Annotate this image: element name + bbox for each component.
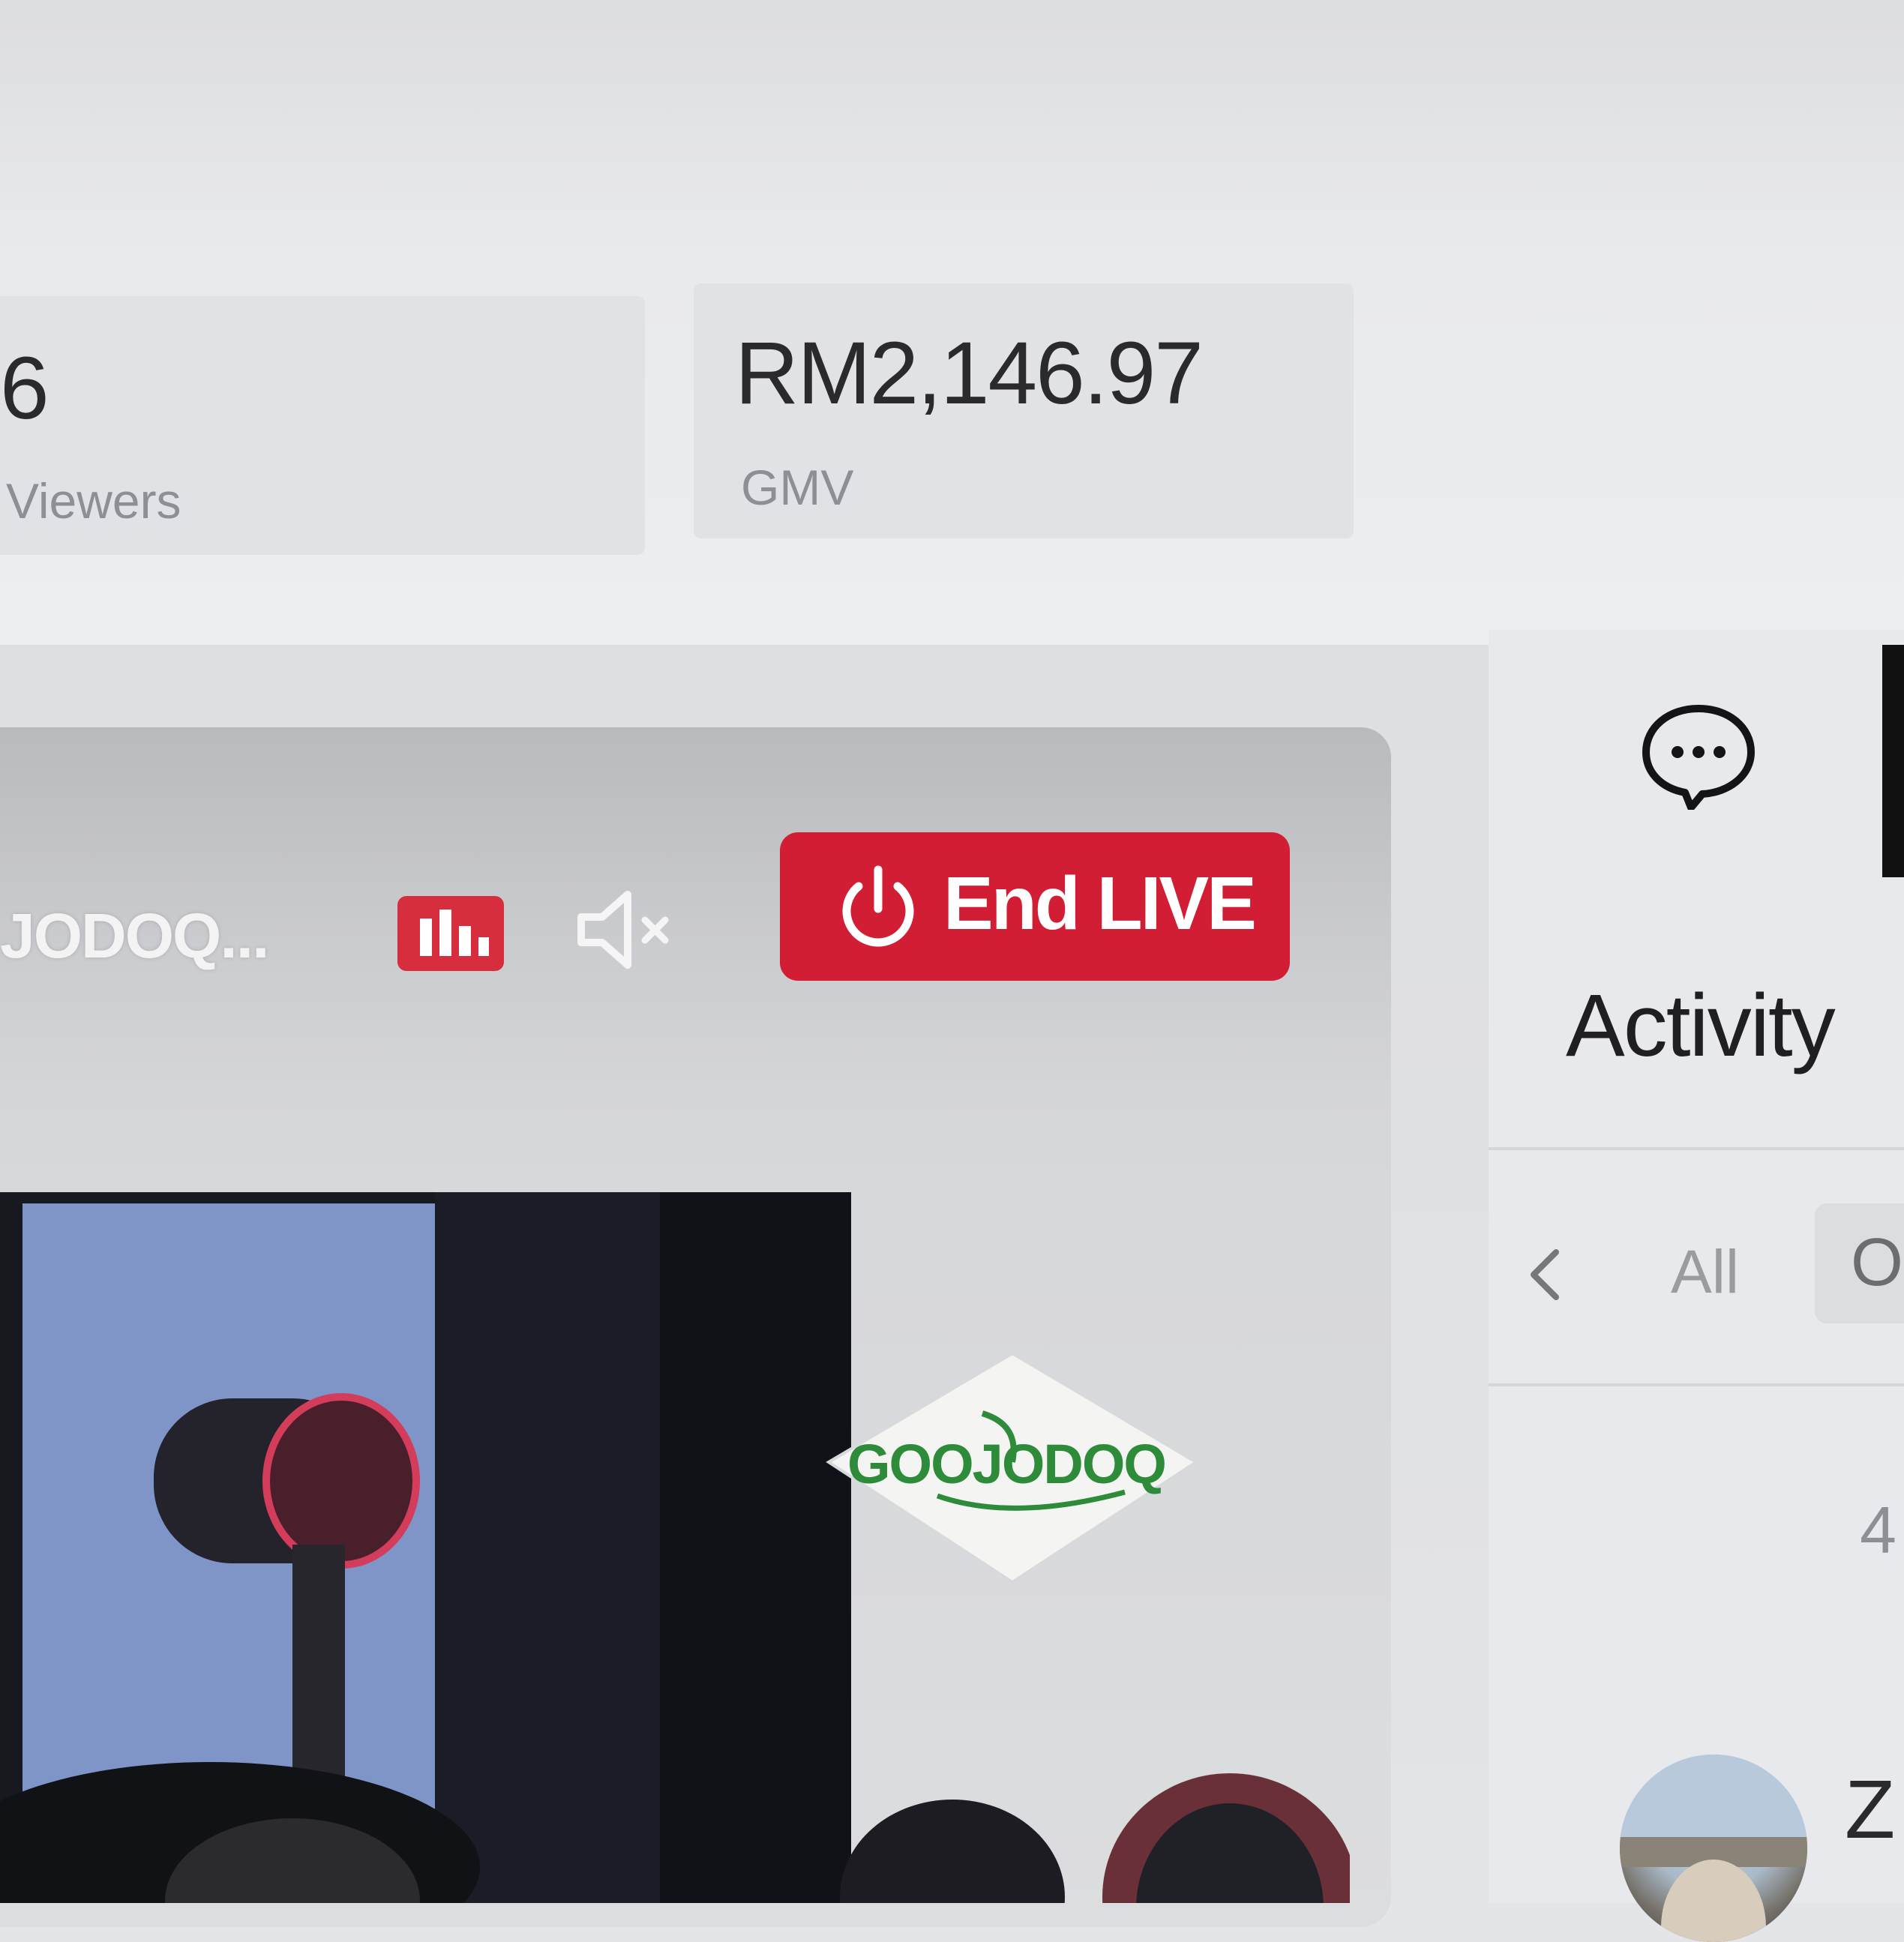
- filter-divider: [1489, 1383, 1904, 1386]
- gmv-label: GMV: [741, 460, 854, 515]
- avatar[interactable]: [1620, 1755, 1807, 1942]
- speaker-muted-icon[interactable]: [574, 881, 679, 978]
- viewers-label: Viewers: [6, 473, 181, 529]
- logo-text: GOOJODOQ: [847, 1433, 1165, 1495]
- stream-name: JODOQ...: [0, 901, 269, 971]
- end-live-button[interactable]: End LIVE: [780, 832, 1290, 981]
- filter-tab-all[interactable]: All: [1671, 1237, 1739, 1308]
- activity-count: 4: [1860, 1493, 1897, 1567]
- filter-tab-next-label: O: [1851, 1225, 1904, 1300]
- filter-tab-next[interactable]: O: [1815, 1203, 1904, 1323]
- activity-user-name: Z: [1845, 1764, 1896, 1856]
- activity-title: Activity: [1566, 976, 1836, 1075]
- panel-edge: [1882, 645, 1904, 877]
- bar-chart-icon[interactable]: [397, 896, 504, 971]
- audience-silhouettes: [840, 1773, 1350, 1903]
- power-icon: [836, 862, 920, 952]
- chevron-left-icon[interactable]: [1522, 1245, 1567, 1305]
- activity-divider: [1489, 1147, 1904, 1150]
- live-video-feed: [0, 1192, 851, 1903]
- brand-logo: GOOJODOQ: [825, 1350, 1200, 1590]
- end-live-label: End LIVE: [943, 862, 1257, 946]
- gmv-value: RM2,146.97: [735, 324, 1204, 423]
- chat-bubble-icon[interactable]: [1639, 701, 1759, 811]
- viewers-value: 6: [0, 339, 49, 438]
